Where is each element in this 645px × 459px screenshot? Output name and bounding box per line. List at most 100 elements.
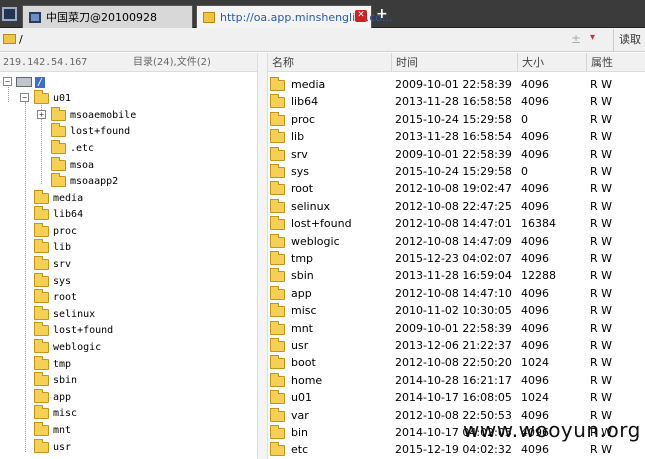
file-row[interactable]: proc 2015-10-24 15:29:58 0 R W [268,111,645,128]
file-row[interactable]: u01 2014-10-17 16:08:05 1024 R W [268,389,645,406]
file-row[interactable]: sys 2015-10-24 15:29:58 0 R W [268,163,645,180]
file-size: 4096 [521,373,549,387]
file-row[interactable]: mnt 2009-10-01 22:58:39 4096 R W [268,320,645,337]
tree-node[interactable]: lost+found [34,322,113,339]
file-row[interactable]: app 2012-10-08 14:47:10 4096 R W [268,285,645,302]
tree-label: msoaapp2 [70,176,119,188]
tree-node[interactable]: tmp [34,355,71,372]
tree-node[interactable]: app [34,388,71,405]
column-header-attr[interactable]: 属性 [586,53,645,72]
path-input[interactable]: / [19,32,605,48]
folder-icon [34,421,49,436]
tab-label: 中国菜刀@20100928 [46,11,157,24]
tree-node-u01[interactable]: − u01 [18,89,71,106]
file-attr: R W [590,199,613,213]
file-row[interactable]: media 2009-10-01 22:58:39 4096 R W [268,76,645,93]
folder-icon [270,129,285,144]
folder-icon [34,272,49,287]
tree-node[interactable]: selinux [34,305,95,322]
file-attr: R W [590,78,613,91]
tree-node[interactable]: lib [34,239,72,256]
folder-icon [270,198,285,213]
collapse-icon[interactable]: − [3,77,12,86]
tree-label: misc [53,408,78,420]
file-attr: R W [590,269,613,283]
file-size: 4096 [521,339,549,352]
file-row[interactable]: tmp 2015-12-23 04:02:07 4096 R W [268,250,645,267]
tree-node[interactable]: msoaapp2 [35,173,119,190]
tree-node[interactable]: usr [34,438,71,455]
folder-icon [270,111,285,126]
tree-node[interactable]: misc [34,405,78,422]
file-time: 2010-11-02 10:30:05 [395,304,512,318]
file-row[interactable]: selinux 2012-10-08 22:47:25 4096 R W [268,198,645,215]
close-icon[interactable]: ✕ [355,10,367,22]
file-row[interactable]: lib64 2013-11-28 16:58:58 4096 R W [268,93,645,110]
folder-icon [3,34,16,44]
file-size: 1024 [521,356,549,370]
file-row[interactable]: srv 2009-10-01 22:58:39 4096 R W [268,146,645,163]
app-menu-icon[interactable] [2,7,17,21]
file-row[interactable]: usr 2013-12-06 21:22:37 4096 R W [268,337,645,354]
file-attr: R W [590,356,613,370]
tree-node[interactable]: mnt [34,421,71,438]
tree-node[interactable]: msoa [35,156,94,173]
tree-node[interactable]: proc [34,222,78,239]
history-icon[interactable]: ± [571,32,581,46]
file-size: 4096 [521,252,549,265]
folder-icon [51,173,66,188]
file-name: u01 [291,391,312,405]
file-attr: R W [590,443,613,457]
tree-node[interactable]: sbin [34,372,77,389]
address-bar: / ± ▾ 读取 [0,28,645,52]
read-button[interactable]: 读取 [613,29,645,51]
file-row[interactable]: lost+found 2012-10-08 14:47:01 16384 R W [268,215,645,232]
expand-icon[interactable]: + [37,110,46,119]
tab-caidao[interactable]: 中国菜刀@20100928 [22,5,193,28]
column-header-time[interactable]: 时间 [391,53,517,72]
file-row[interactable]: home 2014-10-28 16:21:17 4096 R W [268,372,645,389]
file-row[interactable]: etc 2015-12-19 04:02:32 4096 R W [268,441,645,458]
folder-icon [34,189,49,204]
tab-url[interactable]: http://oa.app.minshenglife.co... ✕ [196,5,392,28]
file-row[interactable]: boot 2012-10-08 22:50:20 1024 R W [268,354,645,371]
tree-node[interactable]: root [34,289,77,306]
chevron-down-icon[interactable]: ▾ [590,32,595,43]
tree-label: lib [53,242,72,254]
tree-node[interactable]: sys [34,272,71,289]
tree-node[interactable]: weblogic [34,338,101,355]
tree-node[interactable]: + msoaemobile [35,106,136,123]
file-attr: R W [590,373,613,387]
tree-node[interactable]: lib64 [34,206,83,223]
column-header-name[interactable]: 名称 [268,53,395,72]
tree-label: proc [53,225,78,237]
file-attr: R W [590,286,613,300]
tree-node[interactable]: media [34,189,83,206]
tree-node-root[interactable]: − / [0,74,46,90]
tree-node[interactable]: srv [34,255,71,272]
folder-icon [270,216,285,231]
folder-icon [270,181,285,196]
file-size: 12288 [521,269,556,283]
file-attr: R W [590,321,613,335]
list-header: 名称 时间 大小 属性 [268,53,645,72]
collapse-icon[interactable]: − [20,93,29,102]
pane-splitter[interactable] [257,53,268,459]
file-time: 2015-10-24 15:29:58 [395,112,512,126]
tree-node[interactable]: .etc [35,139,94,156]
file-row[interactable]: weblogic 2012-10-08 14:47:09 4096 R W [268,233,645,250]
file-time: 2012-10-08 14:47:01 [395,217,512,231]
file-attr: R W [590,217,613,231]
folder-icon [203,11,215,23]
file-row[interactable]: sbin 2013-11-28 16:59:04 12288 R W [268,267,645,284]
file-row[interactable]: lib 2013-11-28 16:58:54 4096 R W [268,128,645,145]
new-tab-button[interactable]: + [376,6,388,22]
column-header-size[interactable]: 大小 [517,53,586,72]
file-row[interactable]: misc 2010-11-02 10:30:05 4096 R W [268,302,645,319]
file-size: 4096 [521,182,549,196]
folder-icon [270,285,285,300]
folder-icon [270,303,285,318]
file-row[interactable]: root 2012-10-08 19:02:47 4096 R W [268,180,645,197]
tree-node[interactable]: lost+found [35,123,130,140]
folder-icon [51,106,66,121]
